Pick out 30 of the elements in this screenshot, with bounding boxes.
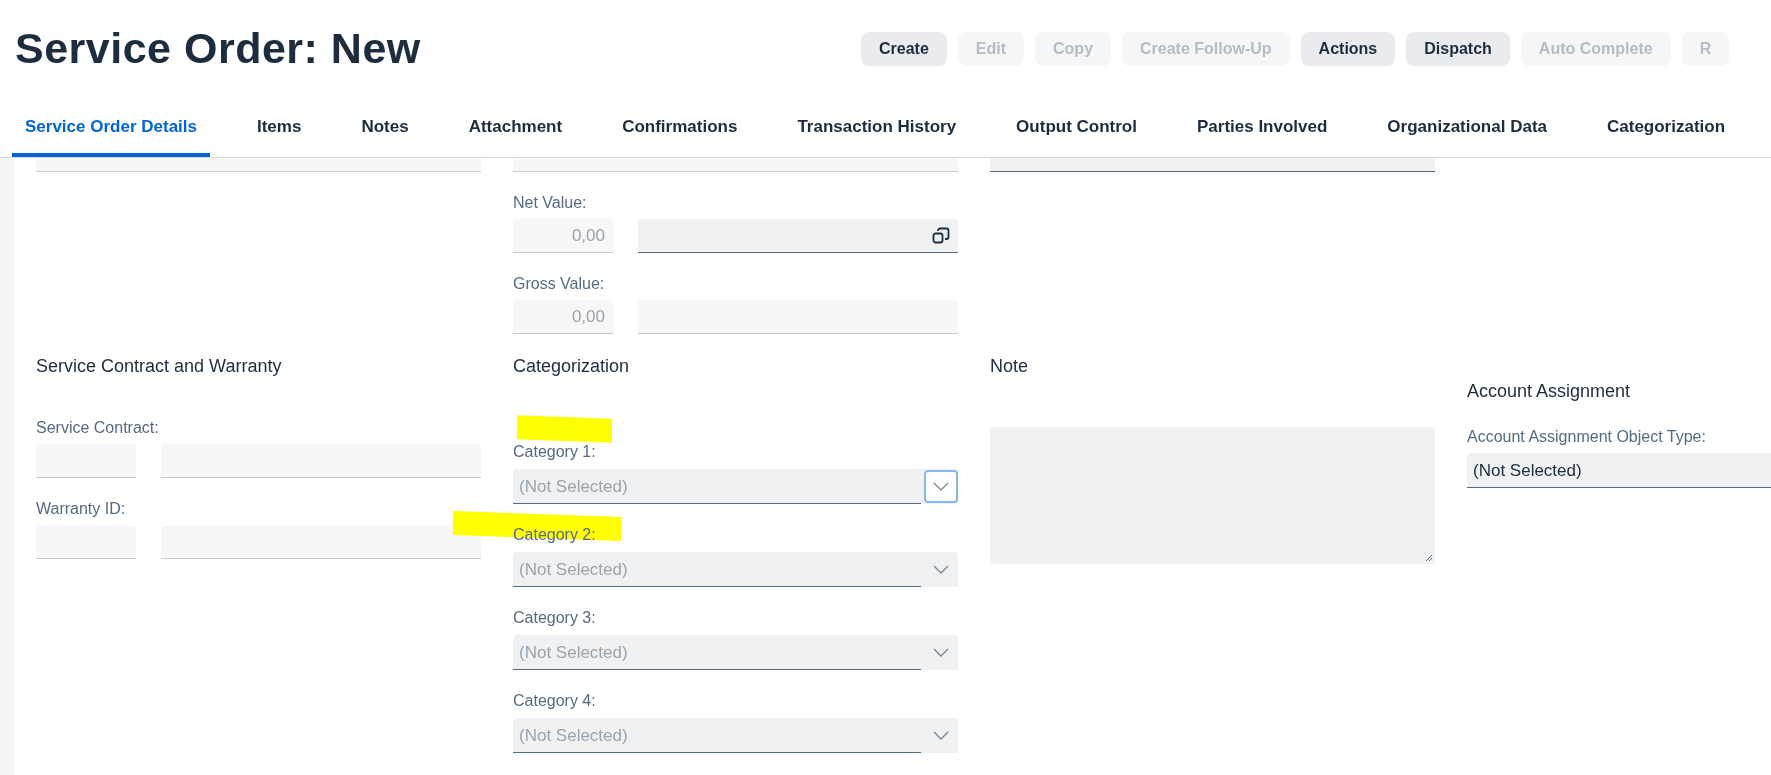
field-label: Net Value: [513, 194, 588, 212]
field-label: Category 4: [513, 692, 597, 710]
page-title: Service Order: New [15, 24, 422, 73]
tab[interactable]: Attachment [455, 97, 576, 157]
toolbar-button[interactable]: Actions [1300, 31, 1396, 66]
field-label: Gross Value: [513, 275, 606, 293]
field-label: Service Contract: [36, 419, 160, 437]
resize-grip-icon[interactable] [1425, 554, 1433, 562]
tab[interactable]: Notes [348, 97, 422, 157]
section-title: Account Assignment [1467, 381, 1632, 402]
tab[interactable]: Categorization [1594, 97, 1739, 157]
tab[interactable]: Confirmations [609, 97, 751, 157]
field-label: Warranty ID: [36, 500, 127, 518]
field-label: Category 1: [513, 443, 597, 461]
tab[interactable]: Transaction History [784, 97, 970, 157]
tab[interactable]: Organizational Data [1374, 97, 1560, 157]
tab[interactable]: Items [244, 97, 315, 157]
toolbar-button[interactable]: Dispatch [1406, 31, 1510, 66]
toolbar-button[interactable]: Create [861, 31, 947, 66]
tab[interactable]: Parties Involved [1183, 97, 1341, 157]
section-title: Service Contract and Warranty [36, 356, 283, 377]
section-title: Categorization [513, 356, 631, 377]
section-title: Note [990, 356, 1030, 377]
field-label: Category 3: [513, 609, 597, 627]
input-field[interactable] [990, 158, 1435, 172]
copy-icon[interactable] [932, 226, 950, 245]
field-label: Account Assignment Object Type: [1467, 428, 1707, 446]
tab[interactable]: Output Control [1003, 97, 1150, 157]
chevron-down-icon[interactable] [924, 470, 958, 503]
input-field[interactable] [638, 219, 958, 253]
